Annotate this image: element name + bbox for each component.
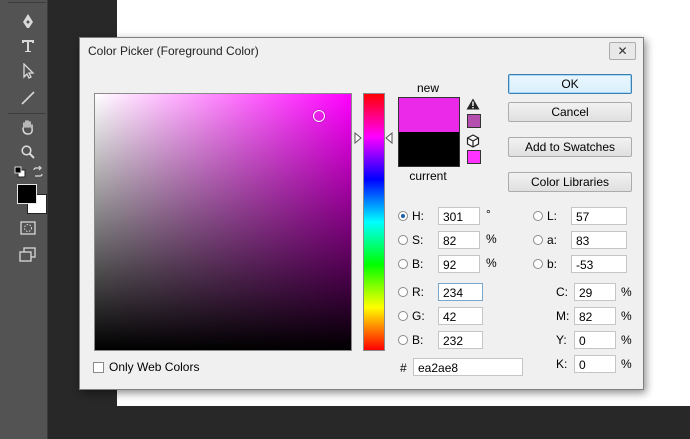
hue-label: H: xyxy=(412,209,424,223)
tools-panel xyxy=(0,0,48,439)
toolbar-divider xyxy=(8,113,46,114)
lab-l-field[interactable]: 57 xyxy=(571,207,627,225)
cancel-button[interactable]: Cancel xyxy=(508,102,632,122)
lab-l-radio[interactable] xyxy=(533,211,543,221)
zoom-icon[interactable] xyxy=(17,141,39,163)
hex-label: # xyxy=(400,361,407,375)
quick-mask-icon[interactable] xyxy=(17,217,39,239)
hue-slider-left-arrow[interactable] xyxy=(354,132,362,144)
current-color-label: current xyxy=(409,169,447,183)
default-colors-icon[interactable] xyxy=(14,166,26,178)
lab-a-label: a: xyxy=(547,233,558,247)
swap-colors-icon[interactable] xyxy=(32,165,44,178)
dialog-title: Color Picker (Foreground Color) xyxy=(88,44,259,58)
blue-field[interactable]: 232 xyxy=(438,331,483,349)
brightness-field[interactable]: 92 xyxy=(438,255,480,273)
magenta-field[interactable]: 82 xyxy=(574,307,616,325)
hand-icon[interactable] xyxy=(17,116,39,138)
magenta-unit: % xyxy=(621,309,632,323)
new-color-swatch xyxy=(399,98,459,132)
cyan-label: C: xyxy=(556,285,568,299)
hue-slider[interactable] xyxy=(363,93,385,351)
out-of-gamut-warning-icon[interactable] xyxy=(466,98,480,110)
close-button[interactable]: ✕ xyxy=(609,42,636,60)
blue-label: B: xyxy=(412,333,424,347)
hue-radio[interactable] xyxy=(398,211,408,221)
green-label: G: xyxy=(412,309,425,323)
hue-row[interactable]: H: xyxy=(398,206,424,226)
green-row[interactable]: G: xyxy=(398,306,425,326)
red-row[interactable]: R: xyxy=(398,282,424,302)
not-web-safe-cube-icon[interactable] xyxy=(466,134,480,148)
blue-radio[interactable] xyxy=(398,335,408,345)
color-picker-dialog: Color Picker (Foreground Color) ✕ new cu… xyxy=(79,37,644,390)
add-to-swatches-button[interactable]: Add to Swatches xyxy=(508,137,632,157)
cyan-field[interactable]: 29 xyxy=(574,283,616,301)
lab-l-label: L: xyxy=(547,209,558,223)
brightness-radio[interactable] xyxy=(398,259,408,269)
path-selection-icon[interactable] xyxy=(17,60,39,82)
lab-b-row[interactable]: b: xyxy=(533,254,557,274)
color-comparison-swatch xyxy=(398,97,460,167)
yellow-unit: % xyxy=(621,333,632,347)
black-label: K: xyxy=(556,357,568,371)
black-unit: % xyxy=(621,357,632,371)
color-libraries-button[interactable]: Color Libraries xyxy=(508,172,632,192)
color-field-marker[interactable] xyxy=(313,110,325,122)
screen-mode-icon[interactable] xyxy=(17,244,39,266)
brightness-row[interactable]: B: xyxy=(398,254,423,274)
red-label: R: xyxy=(412,285,424,299)
saturation-label: S: xyxy=(412,233,424,247)
brightness-unit: % xyxy=(486,256,497,270)
saturation-unit: % xyxy=(486,232,497,246)
brightness-label: B: xyxy=(412,257,424,271)
gamut-correction-swatch[interactable] xyxy=(467,114,481,128)
saturation-radio[interactable] xyxy=(398,235,408,245)
green-radio[interactable] xyxy=(398,311,408,321)
saturation-field[interactable]: 82 xyxy=(438,231,480,249)
hue-field[interactable]: 301 xyxy=(438,207,480,225)
pen-icon[interactable] xyxy=(17,10,39,32)
type-icon[interactable] xyxy=(17,35,39,57)
dialog-titlebar[interactable]: Color Picker (Foreground Color) ✕ xyxy=(80,38,643,64)
blue-row[interactable]: B: xyxy=(398,330,423,350)
lab-b-radio[interactable] xyxy=(533,259,543,269)
hue-slider-right-arrow[interactable] xyxy=(385,132,393,144)
hue-unit: ° xyxy=(486,207,491,221)
web-safe-swatch[interactable] xyxy=(467,150,481,164)
yellow-field[interactable]: 0 xyxy=(574,331,616,349)
lab-a-row[interactable]: a: xyxy=(533,230,557,250)
green-field[interactable]: 42 xyxy=(438,307,483,325)
only-web-colors-checkbox[interactable] xyxy=(93,361,104,373)
yellow-label: Y: xyxy=(556,333,567,347)
lab-b-label: b: xyxy=(547,257,558,271)
magenta-label: M: xyxy=(556,309,570,323)
close-icon: ✕ xyxy=(617,44,628,58)
new-color-label: new xyxy=(416,81,439,95)
lab-l-row[interactable]: L: xyxy=(533,206,557,226)
lab-a-field[interactable]: 83 xyxy=(571,231,627,249)
current-color-swatch[interactable] xyxy=(399,132,459,166)
lab-a-radio[interactable] xyxy=(533,235,543,245)
hex-field[interactable]: ea2ae8 xyxy=(413,358,523,376)
only-web-colors-label: Only Web Colors xyxy=(109,360,200,374)
foreground-color-swatch[interactable] xyxy=(17,184,37,204)
black-field[interactable]: 0 xyxy=(574,355,616,373)
only-web-colors-checkbox-row[interactable]: Only Web Colors xyxy=(93,360,199,374)
red-radio[interactable] xyxy=(398,287,408,297)
cyan-unit: % xyxy=(621,285,632,299)
ok-button[interactable]: OK xyxy=(508,74,632,94)
toolbar-divider xyxy=(8,2,46,3)
line-icon[interactable] xyxy=(17,87,39,109)
lab-b-field[interactable]: -53 xyxy=(571,255,627,273)
red-field[interactable]: 234 xyxy=(438,283,483,301)
color-field[interactable] xyxy=(94,93,352,351)
saturation-row[interactable]: S: xyxy=(398,230,423,250)
